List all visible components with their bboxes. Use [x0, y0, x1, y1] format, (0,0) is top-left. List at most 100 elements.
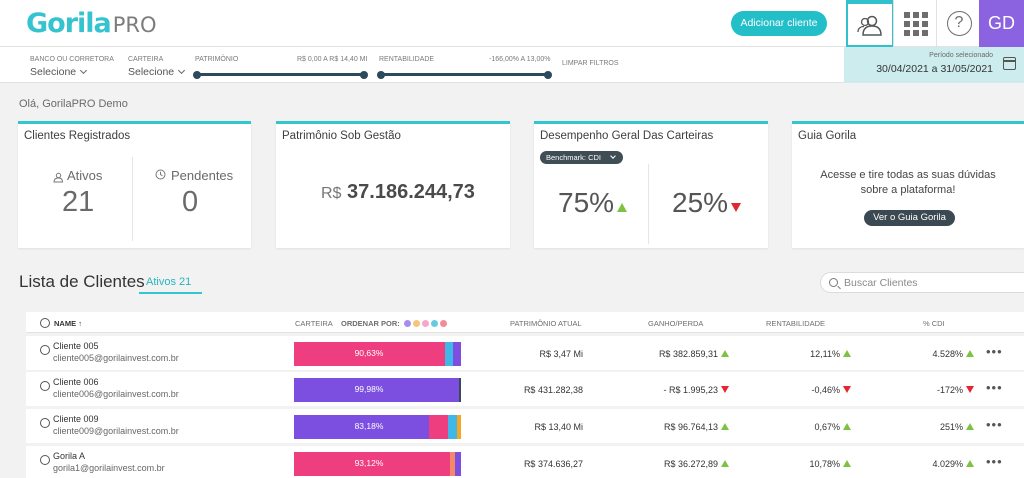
client-name[interactable]: Cliente 009 [53, 414, 99, 424]
select-all-radio[interactable] [40, 318, 50, 328]
filter-bar: BANCO OU CORRETORA Selecione CARTEIRA Se… [0, 47, 1024, 83]
arrow-down-icon [721, 386, 729, 393]
cdi-cell-value: 251% [939, 422, 963, 432]
table-row[interactable]: Gorila A gorila1@gorilainvest.com.br 93,12… [26, 446, 1024, 478]
tab-active-clients[interactable]: Ativos 21 [139, 276, 202, 294]
assets-amount: 37.186.244,73 [347, 181, 475, 203]
guide-card: Guia Gorila Acesse e tire todas as suas … [792, 121, 1024, 248]
cdi-cell-value: 4.029% [932, 459, 963, 469]
client-name[interactable]: Gorila A [53, 451, 85, 461]
order-dot[interactable] [430, 320, 438, 327]
arrow-down-icon [966, 386, 974, 393]
ganho-cell: - R$ 1.995,23 [663, 385, 729, 395]
client-email: cliente009@gorilainvest.com.br [53, 426, 179, 436]
performance-card: Desempenho Geral Das Carteiras Benchmark… [534, 121, 768, 248]
wallet-filter-select[interactable]: Selecione [128, 66, 186, 78]
column-carteira: CARTEIRA [295, 319, 333, 328]
slider-max-handle[interactable] [360, 70, 368, 79]
arrow-down-icon [731, 203, 742, 212]
portfolio-allocation-bar[interactable]: 99,98% [294, 378, 461, 402]
order-dot[interactable] [439, 320, 447, 327]
allocation-segment [445, 342, 453, 366]
table-row[interactable]: Cliente 005 cliente005@gorilainvest.com.b… [26, 336, 1024, 370]
allocation-segment [452, 342, 461, 366]
underperforming-stat: 25% [672, 187, 742, 219]
patrimonio-cell-value: R$ 431.282,38 [523, 385, 583, 395]
column-ganho[interactable]: GANHO/PERDA [648, 319, 703, 328]
view-guide-button[interactable]: Ver o Guia Gorila [864, 210, 955, 226]
order-dot[interactable] [403, 320, 411, 327]
rent-filter-label: RENTABILIDADE [379, 56, 435, 63]
wallet-filter-label: CARTEIRA [128, 56, 164, 63]
period-selector[interactable]: Período selecionado 30/04/2021 a 31/05/2… [844, 47, 1024, 83]
bank-filter-select[interactable]: Selecione [30, 66, 88, 78]
pending-label: Pendentes [171, 168, 234, 183]
row-select-radio[interactable] [40, 345, 50, 355]
arrow-up-icon [966, 460, 974, 467]
more-options-icon[interactable]: ••• [986, 417, 1003, 432]
client-list-title: Lista de Clientes [19, 272, 145, 291]
patrimonio-range-slider[interactable] [193, 70, 368, 79]
table-row[interactable]: Cliente 006 cliente006@gorilainvest.com.b… [26, 372, 1024, 406]
clients-nav-button[interactable] [846, 0, 894, 47]
benchmark-dropdown[interactable]: Benchmark: CDI [540, 151, 624, 164]
more-options-icon[interactable]: ••• [986, 380, 1003, 395]
search-clients[interactable]: Buscar Clientes [820, 272, 1024, 293]
arrow-up-icon [721, 460, 729, 467]
top-header: GorilaPRO Adicionar cliente ? GD [0, 0, 1024, 47]
order-by-label: ORDENAR POR: [341, 319, 400, 328]
row-select-radio[interactable] [40, 381, 50, 391]
slider-min-handle[interactable] [377, 70, 385, 79]
ganho-cell-value: R$ 382.859,31 [658, 349, 718, 359]
allocation-segment [447, 415, 457, 439]
slider-max-handle[interactable] [544, 70, 552, 79]
calendar-icon[interactable] [1003, 57, 1016, 70]
allocation-label: 93,12% [354, 458, 384, 468]
help-button[interactable]: ? [936, 0, 981, 47]
tab-label: Ativos [146, 276, 176, 288]
portfolio-allocation-bar[interactable]: 90,63% [294, 342, 461, 366]
clear-filters-link[interactable]: LIMPAR FILTROS [562, 60, 619, 67]
client-email: cliente005@gorilainvest.com.br [53, 353, 179, 363]
currency-label: R$ [321, 185, 342, 202]
rentabilidade-cell-value: 12,11% [810, 349, 840, 359]
period-value: 30/04/2021 a 31/05/2021 [876, 63, 993, 75]
apps-menu-button[interactable] [893, 0, 938, 47]
allocation-label: 99,98% [354, 384, 384, 394]
slider-min-handle[interactable] [193, 70, 201, 79]
patrimonio-cell-value: R$ 3,47 Mi [539, 349, 583, 359]
wallet-filter-value: Selecione [128, 66, 175, 78]
column-patrimonio[interactable]: PATRIMÔNIO ATUAL [510, 319, 582, 328]
period-label: Período selecionado [929, 52, 993, 59]
more-options-icon[interactable]: ••• [986, 344, 1003, 359]
column-rentabilidade[interactable]: RENTABILIDADE [766, 319, 825, 328]
cdi-cell-value: -172% [936, 385, 963, 395]
arrow-up-icon [966, 423, 974, 430]
column-cdi[interactable]: % CDI [923, 319, 945, 328]
row-select-radio[interactable] [40, 455, 50, 465]
clock-icon [155, 169, 166, 180]
add-client-button[interactable]: Adicionar cliente [731, 11, 827, 36]
gorila-pro-logo[interactable]: GorilaPRO [26, 8, 157, 39]
portfolio-allocation-bar[interactable]: 83,18% [294, 415, 461, 439]
cdi-cell: -172% [937, 385, 974, 395]
user-avatar[interactable]: GD [979, 0, 1024, 47]
arrow-down-icon [843, 386, 851, 393]
bank-filter-label: BANCO OU CORRETORA [30, 56, 114, 63]
rent-range-slider[interactable] [377, 70, 552, 79]
column-name[interactable]: NAME ↑ [54, 319, 82, 328]
order-dot[interactable] [421, 320, 429, 327]
table-row[interactable]: Cliente 009 cliente009@gorilainvest.com.b… [26, 409, 1024, 443]
portfolio-allocation-bar[interactable]: 93,12% [294, 452, 461, 476]
row-select-radio[interactable] [40, 418, 50, 428]
more-options-icon[interactable]: ••• [986, 454, 1003, 469]
order-dot[interactable] [412, 320, 420, 327]
patrimonio-cell: R$ 431.282,38 [524, 385, 583, 395]
patrimonio-cell: R$ 374.636,27 [524, 459, 583, 469]
client-name[interactable]: Cliente 005 [53, 341, 99, 351]
search-input[interactable]: Buscar Clientes [844, 277, 918, 289]
users-icon [857, 15, 882, 36]
rent-filter-range: -166,00% A 13,00% [489, 56, 551, 63]
client-name[interactable]: Cliente 006 [53, 377, 99, 387]
greeting: Olá, GorilaPRO Demo [19, 98, 128, 110]
